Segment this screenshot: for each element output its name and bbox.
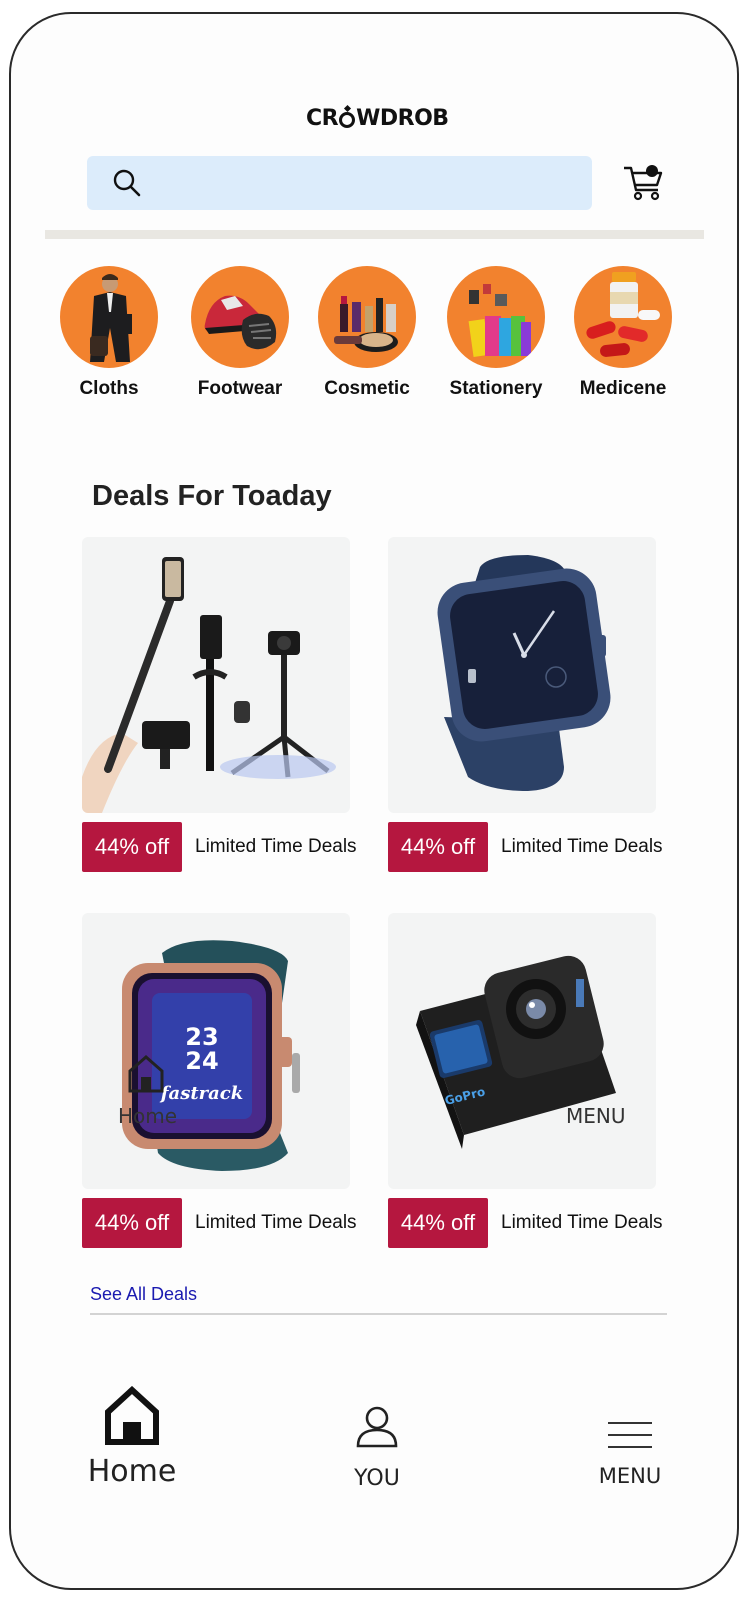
category-label: Medicene [579,378,667,399]
search-icon[interactable] [111,167,143,199]
deal-product-image [82,537,350,813]
logo-letters: WDROB [356,105,449,131]
deal-meta: 44% off Limited Time Deals [82,1198,372,1248]
watch-face-minute: 24 [185,1047,218,1075]
footwear-image [191,266,289,368]
discount-badge: 44% off [388,822,488,872]
watch-brand-label: fastrack [159,1083,243,1104]
logo-letter-c: C [306,105,322,131]
home-icon [105,1386,159,1445]
search-input[interactable] [153,166,573,200]
category-label: Cloths [79,378,139,399]
deal-card[interactable]: GoPro MENU 44% off Limited Time Deals [388,913,663,1248]
nav-you[interactable]: YOU [342,1404,412,1491]
deal-label: Limited Time Deals [501,836,663,857]
category-stationery[interactable]: Stationery [432,266,560,400]
deal-product-image [388,537,656,813]
nav-home-label: Home [87,1454,177,1489]
nav-you-label: YOU [354,1466,400,1491]
discount-badge: 44% off [82,822,182,872]
medicene-image [574,266,672,368]
category-cloths[interactable]: Cloths [45,266,173,400]
nav-menu[interactable]: MENU [594,1420,666,1488]
brand-logo[interactable]: C R WDROB [306,104,449,132]
deal-label: Limited Time Deals [501,1212,663,1233]
overlay-home-label: Home [118,1104,178,1128]
cart-count-badge [646,165,658,177]
deal-card[interactable]: 44% off Limited Time Deals [82,537,357,872]
discount-badge: 44% off [82,1198,182,1248]
deal-label: Limited Time Deals [195,836,357,857]
cosmetic-image [318,266,416,368]
header-divider [45,230,704,239]
category-label: Cosmetic [324,378,410,399]
see-all-underline [90,1313,667,1315]
deal-product-image: GoPro MENU [388,913,656,1189]
nav-menu-label: MENU [598,1464,662,1488]
nav-home[interactable]: Home [86,1386,178,1489]
home-icon [128,1055,164,1093]
ring-icon [339,112,356,128]
stationery-image [447,266,545,368]
deal-product-image: 23 24 fastrack Home [82,913,350,1189]
discount-badge: 44% off [388,1198,488,1248]
hamburger-menu-icon [608,1422,652,1448]
deal-label: Limited Time Deals [195,1212,357,1233]
deal-card[interactable]: 23 24 fastrack Home 44% off Limited Time… [82,913,357,1248]
category-medicene[interactable]: Medicene [559,266,687,400]
category-label: Footwear [197,378,283,399]
category-label: Stationery [449,378,543,399]
cart-icon [624,166,663,201]
search-bar[interactable] [87,156,592,210]
deal-meta: 44% off Limited Time Deals [388,822,678,872]
see-all-deals-link[interactable]: See All Deals [90,1284,197,1305]
deals-section-title: Deals For Toaday [92,480,332,512]
deal-meta: 44% off Limited Time Deals [82,822,372,872]
deal-meta: 44% off Limited Time Deals [388,1198,678,1248]
logo-letter-r: R [321,105,339,131]
user-icon [356,1406,398,1448]
category-cosmetic[interactable]: Cosmetic [303,266,431,400]
cart-button[interactable] [622,162,666,202]
cloths-image [60,266,158,368]
deal-card[interactable]: 44% off Limited Time Deals [388,537,663,872]
overlay-menu-label: MENU [566,1104,626,1128]
category-footwear[interactable]: Footwear [176,266,304,400]
